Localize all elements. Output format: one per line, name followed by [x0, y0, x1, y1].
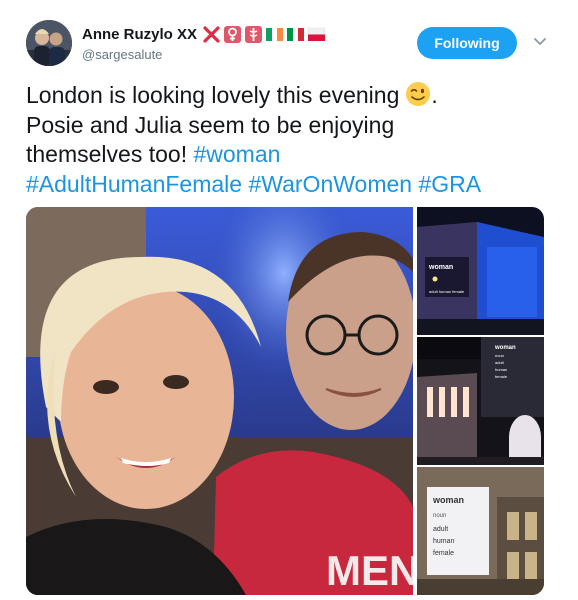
projection-noun-3: noun	[433, 513, 446, 519]
projection-female-2: female	[495, 374, 508, 379]
side-photo-1[interactable]: woman adult human female	[417, 207, 544, 335]
name-emojis	[202, 25, 328, 43]
projection-noun-2: noun	[495, 353, 504, 358]
medical-symbol-icon	[244, 25, 263, 43]
tweet-text-line1: London is looking lovely this evening	[26, 82, 400, 108]
hashtag-waronwomen[interactable]: #WarOnWomen	[248, 171, 412, 197]
tweet-line-3: themselves too! #woman	[26, 140, 546, 170]
avatar-image	[26, 20, 72, 66]
hashtag-woman[interactable]: #woman	[193, 141, 280, 167]
projection-female-3: female	[433, 550, 454, 557]
author-block: Anne Ruzylo XX @sargesalute	[82, 24, 328, 62]
display-name[interactable]: Anne Ruzylo XX	[82, 26, 197, 43]
hashtag-gra[interactable]: #GRA	[418, 171, 481, 197]
projection-text-3: woman	[432, 495, 464, 505]
projection-text-2: woman	[494, 345, 516, 351]
tweet-text-line1-end: .	[431, 82, 438, 108]
name-row: Anne Ruzylo XX	[82, 24, 328, 44]
tweet-text-line3: themselves too!	[26, 141, 188, 167]
following-button[interactable]: Following	[417, 27, 517, 59]
tweet-line-2: Posie and Julia seem to be enjoying	[26, 111, 395, 138]
projection-adult-3: adult	[433, 526, 448, 533]
projection-human-2: human	[495, 367, 507, 372]
media-grid: MEN woman adult human female woman noun …	[26, 207, 544, 595]
main-photo[interactable]: MEN	[26, 207, 413, 595]
tweet-text: London is looking lovely this evening. P…	[26, 81, 546, 199]
projection-adult-2: adult	[495, 360, 505, 365]
projection-text-1: woman	[428, 264, 453, 271]
poland-flag-icon	[307, 26, 326, 43]
side-photo-3[interactable]: woman noun adult human female	[417, 467, 544, 595]
tweet-line-4: #AdultHumanFemale #WarOnWomen #GRA	[26, 170, 546, 200]
shirt-text: MEN	[326, 547, 413, 594]
projection-human-3: human	[433, 538, 455, 545]
hashtag-adulthumanfemale[interactable]: #AdultHumanFemale	[26, 171, 242, 197]
avatar[interactable]	[26, 20, 72, 66]
ireland-flag-icon	[265, 26, 284, 43]
tweet-line-1: London is looking lovely this evening.	[26, 81, 546, 111]
chevron-down-icon[interactable]	[531, 32, 549, 50]
side-photo-2[interactable]: woman noun adult human female	[417, 337, 544, 465]
cross-mark-icon	[202, 25, 221, 43]
projection-subtext-1: adult human female	[429, 289, 465, 294]
winking-face-icon	[405, 81, 431, 107]
tweet-header: Anne Ruzylo XX @sargesalute Following	[26, 20, 556, 68]
italy-flag-icon	[286, 26, 305, 43]
author-handle[interactable]: @sargesalute	[82, 47, 328, 62]
female-sign-icon	[223, 25, 242, 43]
